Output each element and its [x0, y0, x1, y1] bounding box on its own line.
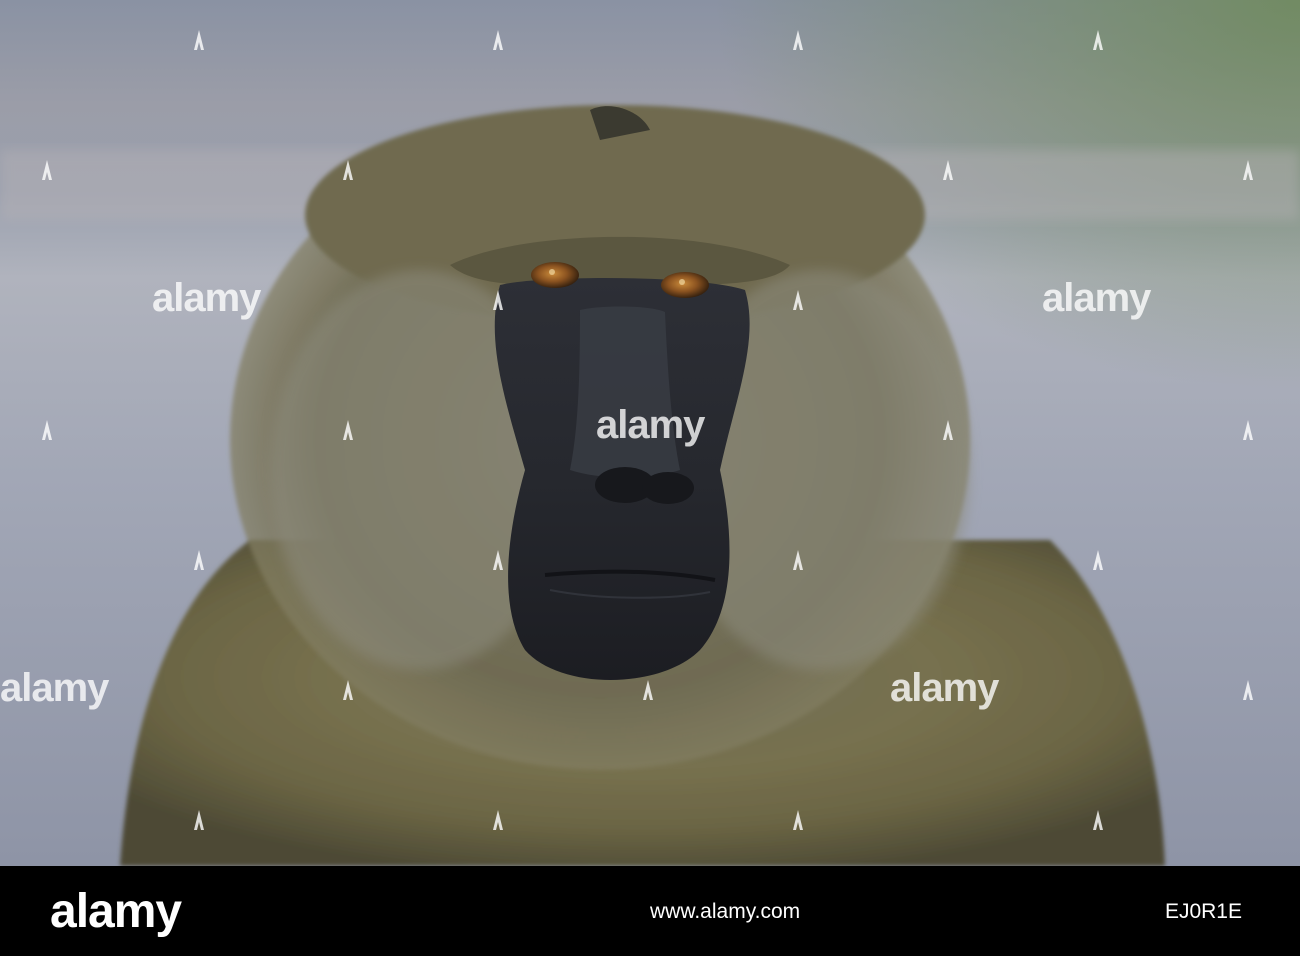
stock-photo-page: alamy alamy alamy alamy alamy alamy www.…: [0, 0, 1300, 956]
alamy-a-icon: [793, 30, 803, 50]
alamy-a-icon: [343, 680, 353, 700]
watermark-alamy: alamy: [0, 666, 109, 710]
alamy-a-icon: [42, 160, 52, 180]
footer-bar: alamy www.alamy.com EJ0R1E: [0, 866, 1300, 956]
alamy-a-icon: [1243, 680, 1253, 700]
watermark-alamy: alamy: [152, 276, 261, 320]
alamy-a-icon: [793, 290, 803, 310]
alamy-a-icon: [194, 550, 204, 570]
alamy-a-icon: [793, 810, 803, 830]
alamy-a-icon: [493, 290, 503, 310]
alamy-logo: alamy: [50, 885, 182, 938]
alamy-a-icon: [1093, 550, 1103, 570]
alamy-a-icon: [42, 420, 52, 440]
site-url: www.alamy.com: [650, 900, 801, 923]
image-id: EJ0R1E: [1164, 900, 1242, 923]
alamy-a-icon: [493, 30, 503, 50]
alamy-a-icon: [493, 550, 503, 570]
alamy-a-icon: [943, 420, 953, 440]
alamy-a-icon: [1243, 160, 1253, 180]
alamy-a-icon: [793, 550, 803, 570]
watermark-alamy: alamy: [596, 403, 705, 447]
alamy-a-icon: [343, 420, 353, 440]
alamy-a-icon: [643, 680, 653, 700]
watermark-alamy: alamy: [890, 666, 999, 710]
alamy-a-icon: [194, 810, 204, 830]
alamy-a-icon: [493, 810, 503, 830]
alamy-a-icon: [1243, 420, 1253, 440]
alamy-a-icon: [1093, 30, 1103, 50]
alamy-a-icon: [194, 30, 204, 50]
alamy-a-icon: [1093, 810, 1103, 830]
alamy-a-icon: [343, 160, 353, 180]
alamy-a-icon: [943, 160, 953, 180]
watermark-alamy: alamy: [1042, 276, 1151, 320]
